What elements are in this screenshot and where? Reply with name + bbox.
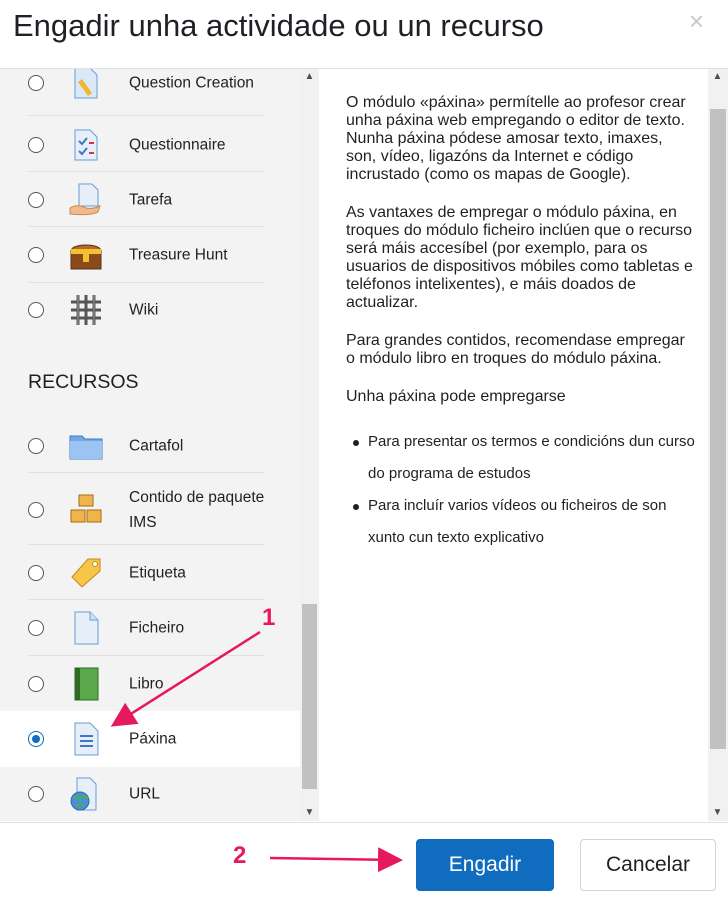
close-icon[interactable]: × (689, 6, 704, 37)
folder-icon (69, 435, 103, 460)
module-label: URL (129, 785, 161, 803)
module-label: Etiqueta (129, 564, 186, 582)
dialog-header: Engadir unha actividade ou un recurso × (0, 0, 728, 69)
dialog-title: Engadir unha actividade ou un recurso (13, 8, 544, 43)
module-label: Wiki (129, 301, 159, 319)
scroll-down-icon[interactable]: ▼ (300, 805, 319, 821)
section-title-resources: RECURSOS (28, 371, 139, 393)
radio-button[interactable] (28, 786, 44, 802)
radio-button[interactable] (28, 247, 44, 263)
radio-button[interactable] (28, 565, 44, 581)
module-item-ims[interactable]: Contido de paquete IMS (0, 482, 300, 538)
page-icon (74, 722, 99, 756)
url-globe-icon (70, 777, 97, 811)
file-icon (74, 611, 99, 645)
module-item-paxina[interactable]: Páxina (0, 711, 300, 767)
description-paragraph: Unha páxina pode empregarse (346, 388, 566, 405)
module-item-url[interactable]: URL (0, 766, 300, 821)
module-label: Contido de paquete IMS (129, 489, 265, 531)
scroll-down-icon[interactable]: ▼ (708, 805, 727, 821)
radio-button[interactable] (28, 75, 44, 91)
book-icon (74, 667, 99, 701)
radio-button[interactable] (28, 137, 44, 153)
module-item-libro[interactable]: Libro (0, 656, 300, 712)
question-creation-icon (74, 69, 98, 99)
module-label: Cartafol (129, 437, 184, 455)
radio-button[interactable] (28, 502, 44, 518)
dialog-footer: Engadir Cancelar (0, 822, 728, 898)
module-list-scrollbar[interactable]: ▲ ▼ (300, 69, 319, 821)
module-label: Páxina (129, 730, 177, 748)
description-paragraph: Para grandes contidos, recomendase empre… (346, 332, 685, 367)
annotation-step-1: 1 (262, 604, 276, 631)
radio-button[interactable] (28, 192, 44, 208)
description-bullet: Para presentar os termos e condicións du… (353, 426, 696, 490)
description-bullet: Para incluír varios vídeos ou ficheiros … (353, 490, 696, 554)
scrollbar-thumb[interactable] (710, 109, 726, 749)
module-item-tarefa[interactable]: Tarefa (0, 172, 300, 228)
module-item-cartafol[interactable]: Cartafol (0, 418, 300, 474)
treasure-chest-icon (70, 244, 102, 270)
module-list[interactable]: Question Creation Questionnaire Tarefa T… (0, 69, 300, 821)
radio-button-selected[interactable] (28, 731, 44, 747)
radio-button[interactable] (28, 302, 44, 318)
scroll-up-icon[interactable]: ▲ (300, 69, 319, 85)
description-paragraph: As vantaxes de empregar o módulo páxina,… (346, 204, 693, 311)
annotation-step-2: 2 (233, 842, 247, 869)
radio-button[interactable] (28, 676, 44, 692)
wiki-icon (71, 295, 101, 325)
description-list: Para presentar os termos e condicións du… (346, 426, 696, 554)
module-label: Tarefa (129, 191, 173, 209)
assignment-icon (69, 183, 101, 216)
cancel-button[interactable]: Cancelar (580, 839, 716, 891)
module-item-wiki[interactable]: Wiki (0, 282, 300, 338)
scrollbar-thumb[interactable] (302, 604, 317, 789)
description-scrollbar[interactable]: ▲ ▼ (708, 69, 728, 821)
module-item-etiqueta[interactable]: Etiqueta (0, 545, 300, 601)
scroll-up-icon[interactable]: ▲ (708, 69, 727, 85)
module-item-ficheiro[interactable]: Ficheiro (0, 600, 300, 656)
module-label: Treasure Hunt (129, 246, 228, 264)
label-tag-icon (71, 558, 101, 588)
module-description: O módulo «páxina» permítelle ao profesor… (346, 78, 696, 554)
module-label: Ficheiro (129, 619, 185, 637)
module-label: Questionnaire (129, 136, 226, 154)
module-item-questionnaire[interactable]: Questionnaire (0, 117, 300, 173)
questionnaire-icon (74, 129, 98, 161)
add-button[interactable]: Engadir (416, 839, 554, 891)
module-label: Question Creation (129, 74, 254, 92)
ims-package-icon (70, 494, 102, 523)
module-label: Libro (129, 675, 164, 693)
module-item-question-creation[interactable]: Question Creation (0, 69, 300, 111)
description-paragraph: O módulo «páxina» permítelle ao profesor… (346, 94, 686, 183)
radio-button[interactable] (28, 438, 44, 454)
radio-button[interactable] (28, 620, 44, 636)
module-item-treasure-hunt[interactable]: Treasure Hunt (0, 227, 300, 283)
